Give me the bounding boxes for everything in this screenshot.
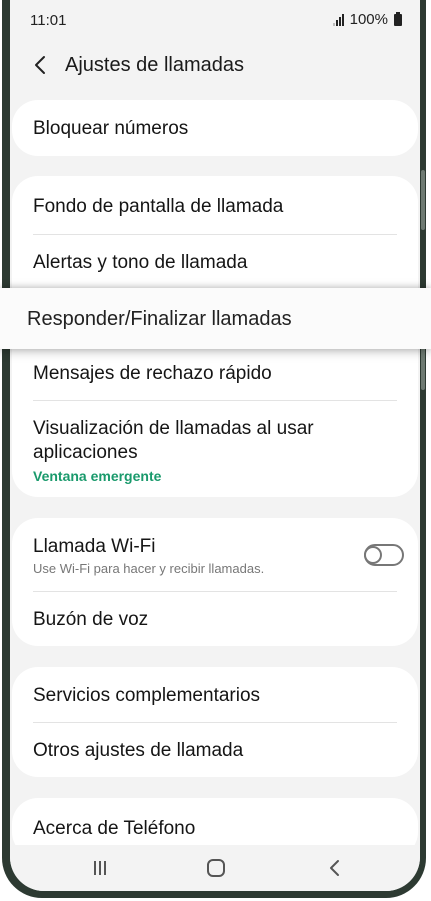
signal-icon: [332, 13, 344, 26]
status-time: 11:01: [30, 12, 67, 29]
recent-apps-icon[interactable]: [80, 853, 120, 883]
back-arrow-icon[interactable]: [30, 54, 52, 76]
voicemail-item[interactable]: Buzón de voz: [33, 609, 397, 631]
quick-decline-label: Mensajes de rechazo rápido: [33, 363, 272, 384]
call-display-label: Visualización de llamadas al usar aplica…: [33, 418, 314, 463]
about-phone-item[interactable]: Acerca de Teléfono: [33, 818, 397, 840]
wifi-voicemail-card: Llamada Wi-Fi Use Wi-Fi para hacer y rec…: [12, 518, 418, 646]
other-settings-item[interactable]: Otros ajustes de llamada: [33, 740, 397, 762]
wifi-calling-item[interactable]: Llamada Wi-Fi Use Wi-Fi para hacer y rec…: [33, 536, 397, 576]
alerts-ringtone-label: Alertas y tono de llamada: [33, 252, 248, 273]
voicemail-label: Buzón de voz: [33, 609, 149, 630]
phone-frame: 11:01 100% Ajustes de llamadas Bloquear …: [2, 0, 426, 898]
block-numbers-item[interactable]: Bloquear números: [33, 118, 397, 140]
answer-end-calls-item[interactable]: Responder/Finalizar llamadas: [0, 288, 431, 349]
toggle-knob: [364, 546, 382, 564]
divider: [33, 400, 397, 401]
wifi-calling-label: Llamada Wi-Fi: [33, 536, 156, 557]
volume-button: [421, 170, 425, 230]
call-display-value: Ventana emergente: [33, 468, 162, 484]
call-wallpaper-label: Fondo de pantalla de llamada: [33, 196, 284, 217]
page-title: Ajustes de llamadas: [65, 54, 244, 76]
supplementary-services-label: Servicios complementarios: [33, 685, 261, 706]
block-numbers-card: Bloquear números: [12, 100, 418, 156]
navigation-bar: [10, 845, 420, 891]
battery-icon: [394, 11, 402, 26]
app-header: Ajustes de llamadas: [10, 40, 420, 92]
nav-back-icon[interactable]: [314, 853, 354, 883]
divider: [33, 591, 397, 592]
call-wallpaper-item[interactable]: Fondo de pantalla de llamada: [33, 196, 397, 218]
about-phone-label: Acerca de Teléfono: [33, 818, 196, 839]
wifi-calling-subtitle: Use Wi-Fi para hacer y recibir llamadas.: [33, 561, 265, 576]
divider: [33, 722, 397, 723]
more-settings-card: Servicios complementarios Otros ajustes …: [12, 667, 418, 777]
supplementary-services-item[interactable]: Servicios complementarios: [33, 685, 397, 707]
other-settings-label: Otros ajustes de llamada: [33, 740, 244, 761]
status-bar: 11:01 100%: [10, 0, 420, 40]
home-icon[interactable]: [196, 853, 236, 883]
wifi-calling-toggle[interactable]: [364, 544, 404, 566]
alerts-ringtone-item[interactable]: Alertas y tono de llamada: [33, 252, 397, 274]
divider: [33, 234, 397, 235]
answer-end-calls-label: Responder/Finalizar llamadas: [27, 308, 292, 330]
screen: 11:01 100% Ajustes de llamadas Bloquear …: [10, 0, 420, 891]
battery-level: 100%: [349, 11, 388, 28]
status-indicators: 100%: [332, 11, 402, 28]
quick-decline-item[interactable]: Mensajes de rechazo rápido: [33, 363, 397, 385]
block-numbers-label: Bloquear números: [33, 118, 189, 139]
call-display-item[interactable]: Visualización de llamadas al usar aplica…: [33, 417, 397, 484]
